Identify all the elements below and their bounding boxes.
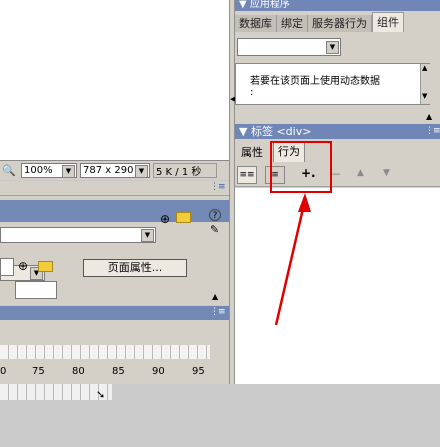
doc-stats: 5 K / 1 秒 (153, 163, 217, 178)
tag-tabs: 属性 行为 (235, 140, 440, 163)
collapse-icon[interactable]: ▲ (426, 112, 432, 121)
ruler-label: 80 (72, 366, 85, 377)
folder-icon[interactable] (176, 212, 191, 223)
target-icon[interactable]: ⊕ (18, 259, 28, 273)
message-text-line2: : (250, 87, 254, 98)
ruler-label: 75 (32, 366, 45, 377)
page-properties-button[interactable]: 页面属性... (83, 259, 187, 277)
window-size-select[interactable]: 787 x 290 ▼ (80, 163, 150, 178)
help-icon[interactable]: ? (209, 209, 221, 221)
size-field[interactable] (0, 258, 14, 276)
window-size-value: 787 x 290 (83, 165, 134, 176)
grip-icon[interactable]: ⋮≡ (210, 182, 226, 192)
application-panel-title[interactable]: ▼ 应用程序 (235, 0, 440, 11)
tag-panel-title[interactable]: ▼ 标签 <div> ⋮≡ (235, 124, 440, 139)
grip-icon[interactable]: ⋮≡ (210, 307, 226, 317)
component-message: 若要在该页面上使用动态数据 : (235, 63, 430, 105)
behaviors-toolbar: ≡≡ ≡ +. − ▲ ▼ (235, 162, 440, 187)
chevron-down-icon[interactable]: ▼ (62, 165, 75, 178)
scroll-down-icon[interactable]: ▼ (422, 92, 427, 100)
ruler-labels: 0 75 80 85 90 95 (0, 366, 210, 380)
remove-behavior-icon[interactable]: − (331, 167, 341, 181)
zoom-icon[interactable]: 🔍 (2, 164, 18, 177)
ruler-label: 0 (0, 366, 7, 377)
folder-icon[interactable] (38, 261, 53, 272)
zoom-select[interactable]: 100% ▼ (21, 163, 77, 178)
doc-stats-text: 5 K / 1 秒 (156, 167, 202, 178)
message-text: 若要在该页面上使用动态数据 (250, 76, 380, 87)
ruler-label: 85 (112, 366, 125, 377)
move-down-icon[interactable]: ▼ (383, 168, 390, 178)
page-properties-label: 页面属性... (107, 261, 163, 274)
format-select[interactable]: ▼ (0, 227, 156, 243)
chevron-down-icon[interactable]: ▼ (135, 165, 148, 178)
properties-title-bar (0, 200, 229, 222)
tab-attributes[interactable]: 属性 (237, 144, 267, 161)
show-set-events-icon[interactable]: ≡≡ (237, 166, 257, 184)
scroll-up-icon[interactable]: ▲ (422, 64, 427, 72)
panel-header: ⋮≡ (0, 181, 229, 196)
server-model-select[interactable]: ▼ (237, 38, 341, 56)
chevron-down-icon[interactable]: ▼ (141, 229, 154, 242)
ruler-label: 90 (152, 366, 165, 377)
zoom-value: 100% (24, 165, 53, 176)
edit-icon[interactable]: ✎ (210, 223, 219, 236)
tag-panel-title-text: ▼ 标签 <div> (239, 125, 312, 138)
move-up-icon[interactable]: ▲ (357, 168, 364, 178)
mouse-cursor-icon: ➘ (96, 388, 106, 401)
application-tabs: 数据库 绑定 服务器行为 组件 (235, 12, 440, 32)
behaviors-list[interactable] (235, 188, 440, 384)
chevron-down-icon[interactable]: ▼ (326, 41, 339, 54)
value-field[interactable] (15, 281, 57, 299)
design-view[interactable] (0, 0, 229, 160)
tab-database[interactable]: 数据库 (235, 15, 277, 32)
properties-panel: ⋮≡ ▼ ⊕ ? ✎ ▼ ⊕ 页面属性... ▲ (0, 181, 229, 346)
application-panel-title-text: ▼ 应用程序 (239, 0, 290, 10)
scrollbar[interactable]: ▲ ▼ (420, 64, 431, 104)
grip-icon[interactable]: ⋮≡ (425, 124, 440, 139)
highlight-box (270, 141, 332, 193)
ruler-ticks (0, 345, 210, 359)
ruler-label: 95 (192, 366, 205, 377)
collapse-icon[interactable]: ▲ (212, 292, 218, 301)
tab-components[interactable]: 组件 (372, 12, 404, 32)
status-bar: 🔍 100% ▼ 787 x 290 ▼ 5 K / 1 秒 (0, 160, 229, 180)
target-icon[interactable]: ⊕ (160, 212, 170, 226)
tab-bindings[interactable]: 绑定 (277, 15, 308, 32)
ruler-title-bar: ⋮≡ (0, 306, 229, 320)
tab-server-behaviors[interactable]: 服务器行为 (308, 15, 372, 32)
